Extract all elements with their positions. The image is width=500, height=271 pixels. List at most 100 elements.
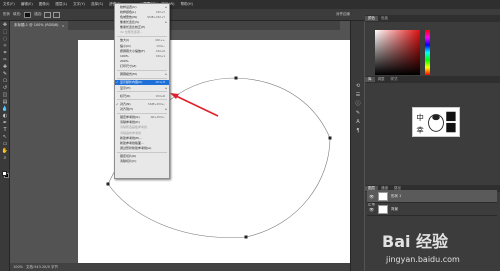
menu-item-label: 对齐到(T): [120, 106, 134, 111]
character-icon[interactable]: A: [351, 117, 365, 126]
menu-item-label: 显示额外内容(X): [120, 80, 143, 85]
layer-thumbnail: [378, 204, 388, 214]
brush-settings-icon[interactable]: ✎: [351, 108, 365, 117]
view-menu-item[interactable]: 显示(H) ▸: [115, 85, 169, 90]
menu-item-label: 屏幕模式(M): [120, 72, 137, 77]
type-tool-icon[interactable]: T: [0, 126, 10, 133]
panel-tab[interactable]: 样式: [388, 77, 401, 82]
menu-shortcut: Ctrl+1: [155, 53, 165, 58]
history-icon[interactable]: ⟲: [351, 81, 365, 90]
document-tab-bar: 未标题-1 @ 100% (RGB/8) ×: [10, 21, 340, 30]
shape-tool-icon[interactable]: ▭: [0, 140, 10, 147]
menu-item-label: 对齐(N): [120, 101, 131, 106]
menu-item-label: 通过形状新建参考线(A): [120, 145, 152, 150]
tool-preset-label[interactable]: 形状: [3, 12, 10, 17]
view-menu-item[interactable]: 通过形状新建参考线(A): [115, 145, 169, 150]
color-picker-field[interactable]: [375, 30, 420, 75]
properties-icon[interactable]: ☰: [351, 90, 365, 99]
seal-stamp-image: 中 幸: [412, 107, 460, 137]
menu-item-label: 清除所选画板参考线: [120, 125, 148, 130]
zoom-tool-icon[interactable]: ⌕: [0, 154, 10, 161]
marquee-tool-icon[interactable]: ⬚: [0, 28, 10, 35]
panel-tab[interactable]: 库: [365, 77, 375, 82]
healing-tool-icon[interactable]: ✚: [0, 63, 10, 70]
visibility-eye-icon[interactable]: 👁: [369, 207, 375, 212]
menu-item[interactable]: 图层(L): [52, 2, 70, 7]
menu-item-label: 清除参考线(D): [120, 120, 140, 125]
document-tab[interactable]: 未标题-1 @ 100% (RGB/8) ×: [10, 21, 69, 30]
view-menu-dropdown: 校样设置(U) ▸ 校样颜色(L) Ctrl+Y 色域警告(W) Shift+Ctrl+Y…: [114, 3, 170, 179]
collapsed-panels-column: ⟲ ☰ ⓘ ✎ A ¶: [350, 21, 364, 271]
menu-item[interactable]: 选择(S): [88, 2, 106, 7]
document-tab-title: 未标题-1 @ 100% (RGB/8): [14, 23, 59, 27]
fill-swatch[interactable]: [24, 11, 32, 18]
align-edges-label[interactable]: 对齐边缘: [336, 12, 350, 17]
view-menu-item[interactable]: 打印尺寸(Z): [115, 64, 169, 69]
menu-bar: 文件(F)编辑(E)图像(I)图层(L)文字(Y)选择(S)滤镜(T)3D(D)…: [0, 0, 500, 9]
eraser-tool-icon[interactable]: ◫: [0, 91, 10, 98]
menu-item[interactable]: 文件(F): [0, 2, 18, 7]
menu-item-label: 打印尺寸(Z): [120, 64, 137, 69]
zoom-level[interactable]: 100%: [13, 265, 23, 269]
stroke-width-field[interactable]: [53, 11, 61, 18]
foreground-color-swatch[interactable]: [2, 171, 7, 176]
stamp-tool-icon[interactable]: ⎔: [0, 77, 10, 84]
menu-shortcut: Ctrl+H: [155, 80, 165, 85]
document-info[interactable]: 文档:543.2K/0 字节: [26, 265, 58, 270]
blur-tool-icon[interactable]: 💧: [0, 105, 10, 112]
layer-row[interactable]: 👁 形状 1: [367, 190, 497, 203]
paragraph-icon[interactable]: ¶: [351, 126, 365, 135]
menu-item-label: 清除切片(C): [120, 159, 137, 164]
hue-slider[interactable]: [425, 30, 430, 75]
view-menu-item[interactable]: 清除切片(C): [115, 159, 169, 164]
menu-item-label: 标尺(R): [120, 93, 131, 98]
stroke-swatch[interactable]: [44, 11, 52, 18]
menu-item-label: 200%: [120, 58, 129, 63]
view-menu-item[interactable]: 标尺(R) Ctrl+R: [115, 93, 169, 98]
menu-item[interactable]: 图像(I): [36, 2, 53, 7]
menu-item[interactable]: 帮助(H): [178, 2, 196, 7]
layer-name: 形状 1: [391, 193, 402, 198]
view-menu-item[interactable]: 屏幕模式(M) ▸: [115, 72, 169, 77]
view-menu-item[interactable]: 对齐到(T) ▸: [115, 106, 169, 111]
menu-item-label: 100%: [120, 53, 129, 58]
lasso-tool-icon[interactable]: ◌: [0, 35, 10, 42]
history-brush-tool-icon[interactable]: ↺: [0, 84, 10, 91]
menu-shortcut: Shift+Ctrl+;: [148, 101, 165, 106]
pen-tool-icon[interactable]: ✒: [0, 119, 10, 126]
menu-item-label: 显示(H): [120, 85, 131, 90]
dodge-tool-icon[interactable]: ◐: [0, 112, 10, 119]
panel-tab[interactable]: 调整: [375, 77, 388, 82]
layer-row[interactable]: 👁 背景: [367, 203, 497, 216]
layer-thumbnail: [378, 191, 388, 201]
menu-item-label: 清除画布参考线: [120, 130, 142, 135]
menu-separator: [117, 112, 167, 114]
svg-text:幸: 幸: [416, 125, 424, 134]
menu-item[interactable]: 编辑(E): [18, 2, 36, 7]
baidu-watermark: Bai 经验 jingyan.baidu.com: [382, 228, 500, 271]
visibility-eye-icon[interactable]: 👁: [369, 194, 375, 199]
crop-tool-icon[interactable]: ⌗: [0, 49, 10, 56]
hand-tool-icon[interactable]: ✋: [0, 147, 10, 154]
menu-item-label: 按屏幕大小缩放(F): [120, 48, 146, 53]
menu-separator: [117, 99, 167, 101]
brush-tool-icon[interactable]: ✎: [0, 70, 10, 77]
menu-item[interactable]: 文字(Y): [70, 2, 88, 7]
gradient-tool-icon[interactable]: ▤: [0, 98, 10, 105]
path-select-tool-icon[interactable]: ↖: [0, 133, 10, 140]
menu-shortcut: Ctrl+R: [155, 93, 165, 98]
menu-item-label: 校样设置(U): [120, 4, 137, 9]
fill-label: 填充:: [13, 12, 22, 16]
move-tool-icon[interactable]: ✥: [0, 21, 10, 28]
menu-item-label: 校样颜色(L): [120, 9, 137, 14]
menu-shortcut: Ctrl+Y: [155, 9, 165, 14]
menu-item-label: 锁定参考线(G): [120, 115, 140, 120]
panel-tab[interactable]: 色板: [378, 16, 391, 21]
quick-select-tool-icon[interactable]: ✧: [0, 42, 10, 49]
close-icon[interactable]: ×: [62, 24, 65, 28]
eyedropper-tool-icon[interactable]: ✑: [0, 56, 10, 63]
info-icon[interactable]: ⓘ: [351, 99, 365, 108]
panel-tab[interactable]: 颜色: [365, 16, 378, 21]
watermark-url: jingyan.baidu.com: [386, 255, 460, 264]
menu-item-label: 像素长宽比(S): [120, 19, 140, 24]
